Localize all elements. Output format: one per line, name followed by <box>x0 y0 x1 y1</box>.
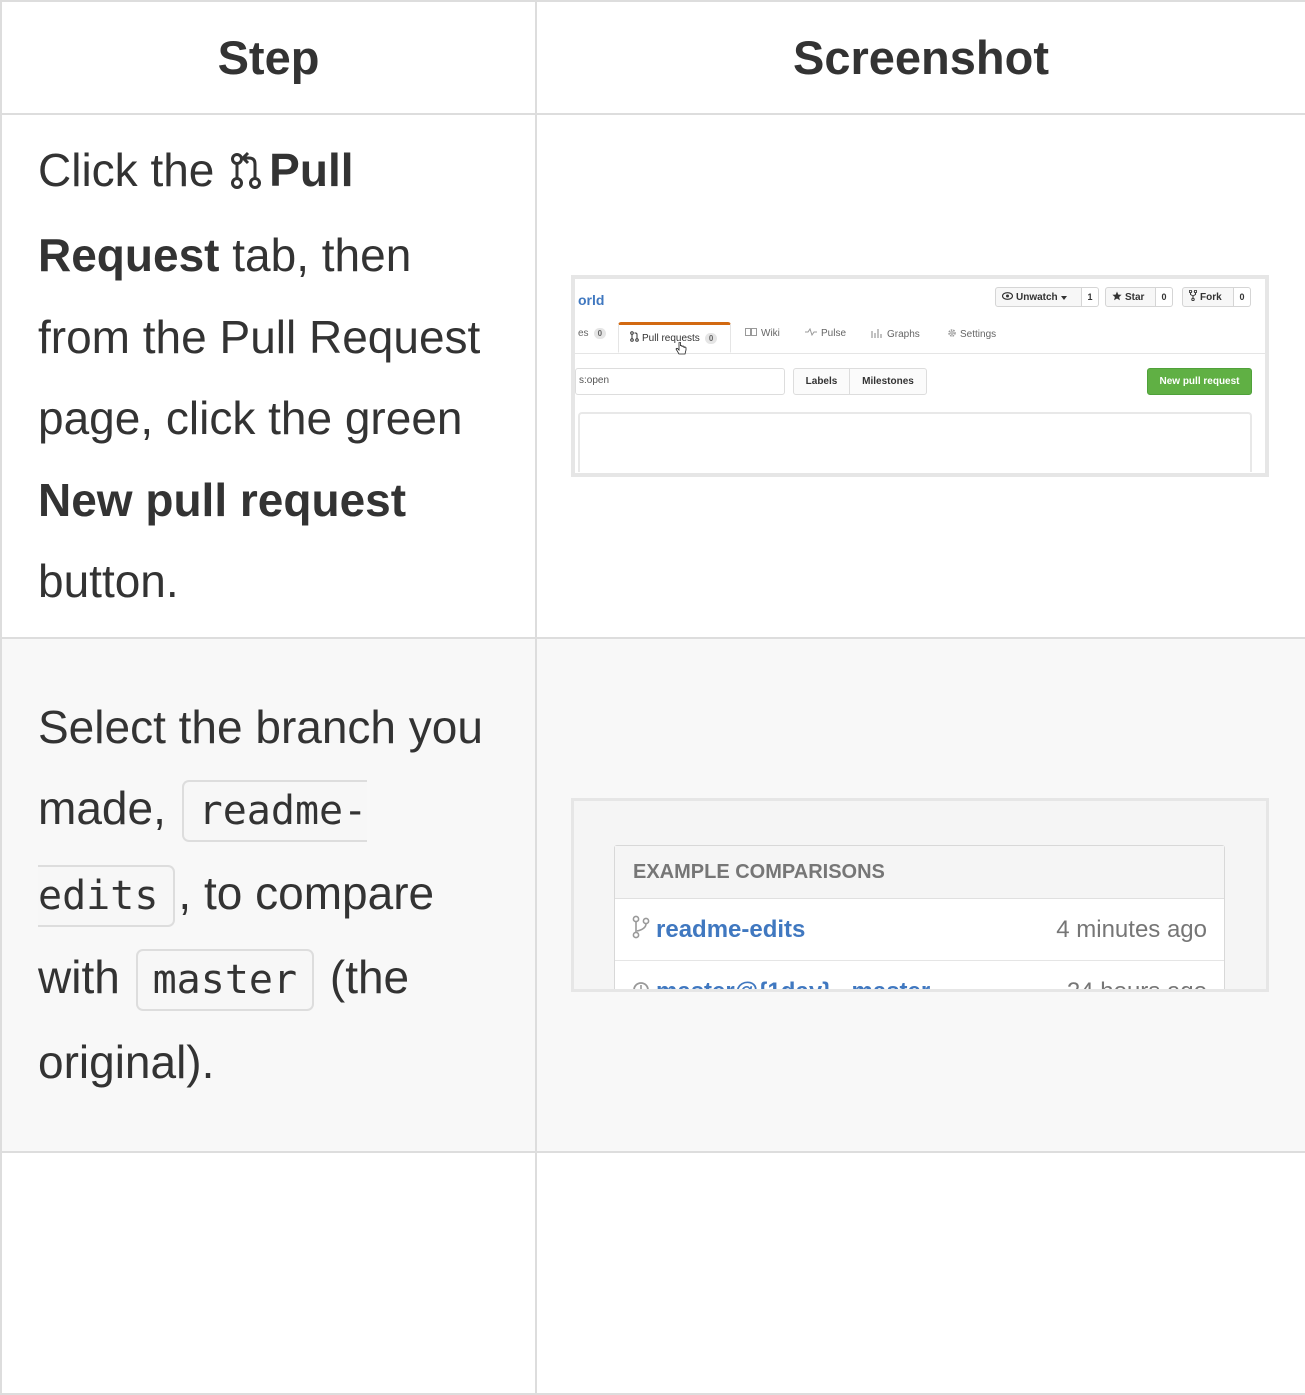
book-icon <box>745 328 757 339</box>
tab-pull-requests-label: Pull requests <box>642 332 700 344</box>
fork-count[interactable]: 0 <box>1234 287 1251 307</box>
tab-graphs-label: Graphs <box>887 329 920 340</box>
fork-group: Fork 0 <box>1182 287 1251 307</box>
history-icon <box>632 977 650 989</box>
gear-icon <box>947 328 957 341</box>
repo-tab-row: es 0 Pull requests 0 Wiki Pulse Graphs S… <box>575 321 1265 355</box>
repo-header-screenshot: orld Unwatch 1 Star 0 Fork 0 es 0 Pull r… <box>571 275 1269 477</box>
comparison-time: 24 hours ago <box>1066 977 1207 992</box>
comparisons-header: EXAMPLE COMPARISONS <box>615 846 1224 899</box>
unwatch-count[interactable]: 1 <box>1082 287 1099 307</box>
tab-issues[interactable]: es 0 <box>578 328 607 339</box>
branch-icon <box>632 915 650 944</box>
step-1-intro: Click the <box>38 143 215 196</box>
comparisons-panel: EXAMPLE COMPARISONS readme-edits 4 minut… <box>614 845 1225 992</box>
fork-label: Fork <box>1200 291 1222 303</box>
steps-table: Step Screenshot Click the Pull Request t… <box>0 0 1305 1395</box>
star-icon <box>1112 291 1122 304</box>
unwatch-label: Unwatch <box>1016 291 1058 303</box>
table-row <box>0 1151 1305 1395</box>
tab-settings-label: Settings <box>960 329 997 340</box>
tab-pull-requests-content: Pull requests 0 <box>630 331 718 345</box>
pull-request-icon <box>229 134 263 216</box>
tab-wiki[interactable]: Wiki <box>745 328 780 339</box>
hand-cursor-icon <box>675 341 687 361</box>
milestones-button[interactable]: Milestones <box>849 368 927 395</box>
tab-settings[interactable]: Settings <box>947 328 996 341</box>
tab-issues-count: 0 <box>593 328 607 339</box>
tab-pull-requests[interactable]: Pull requests 0 <box>618 322 731 355</box>
tab-wiki-label: Wiki <box>761 328 780 339</box>
screenshot-cell: orld Unwatch 1 Star 0 Fork 0 es 0 Pull r… <box>535 113 1305 639</box>
star-label: Star <box>1125 291 1145 303</box>
pull-request-list <box>578 412 1252 472</box>
labels-button[interactable]: Labels <box>793 368 850 395</box>
star-count[interactable]: 0 <box>1156 287 1173 307</box>
graph-icon <box>871 328 883 341</box>
pull-request-icon <box>630 331 639 345</box>
repo-name[interactable]: orld <box>578 292 604 308</box>
step-cell: Select the branch you made, readme-edits… <box>0 637 537 1153</box>
example-comparisons-screenshot: EXAMPLE COMPARISONS readme-edits 4 minut… <box>571 798 1269 992</box>
pulse-icon <box>805 327 817 339</box>
step-2-text: Select the branch you made, readme-edits… <box>2 687 535 1104</box>
comparison-row[interactable]: master@{1day}...master 24 hours ago <box>615 961 1224 992</box>
new-pull-request-button[interactable]: New pull request <box>1147 368 1252 395</box>
screenshot-cell: EXAMPLE COMPARISONS readme-edits 4 minut… <box>535 637 1305 1153</box>
step-cell <box>0 1151 537 1395</box>
step-1-new-pull-request: New pull request <box>38 473 407 526</box>
header-step: Step <box>0 0 537 115</box>
step-1-end: button. <box>38 555 179 607</box>
filter-input[interactable]: s:open <box>575 368 785 395</box>
header-screenshot: Screenshot <box>535 0 1305 115</box>
screenshot-cell <box>535 1151 1305 1395</box>
fork-button[interactable]: Fork <box>1182 287 1234 307</box>
table-row: Click the Pull Request tab, then from th… <box>0 113 1305 639</box>
step-cell: Click the Pull Request tab, then from th… <box>0 113 537 639</box>
branch-code-master: master <box>135 949 315 1012</box>
unwatch-group: Unwatch 1 <box>995 287 1099 307</box>
table-row: Select the branch you made, readme-edits… <box>0 637 1305 1153</box>
comparison-row[interactable]: readme-edits 4 minutes ago <box>615 899 1224 961</box>
tab-pulse[interactable]: Pulse <box>805 327 847 339</box>
star-button[interactable]: Star <box>1105 287 1156 307</box>
step-1-text: Click the Pull Request tab, then from th… <box>2 130 535 623</box>
tab-graphs[interactable]: Graphs <box>871 328 920 341</box>
eye-icon <box>1001 291 1014 303</box>
star-group: Star 0 <box>1105 287 1173 307</box>
tab-issues-label: es <box>578 328 589 339</box>
comparison-branch-link[interactable]: readme-edits <box>656 916 1056 944</box>
unwatch-button[interactable]: Unwatch <box>995 287 1082 307</box>
fork-icon <box>1188 289 1198 304</box>
tab-pull-requests-count: 0 <box>704 332 718 344</box>
tab-pulse-label: Pulse <box>821 328 847 339</box>
comparison-time: 4 minutes ago <box>1056 915 1207 943</box>
comparison-branch-link[interactable]: master@{1day}...master <box>656 978 1067 990</box>
caret-down-icon <box>1060 292 1067 303</box>
